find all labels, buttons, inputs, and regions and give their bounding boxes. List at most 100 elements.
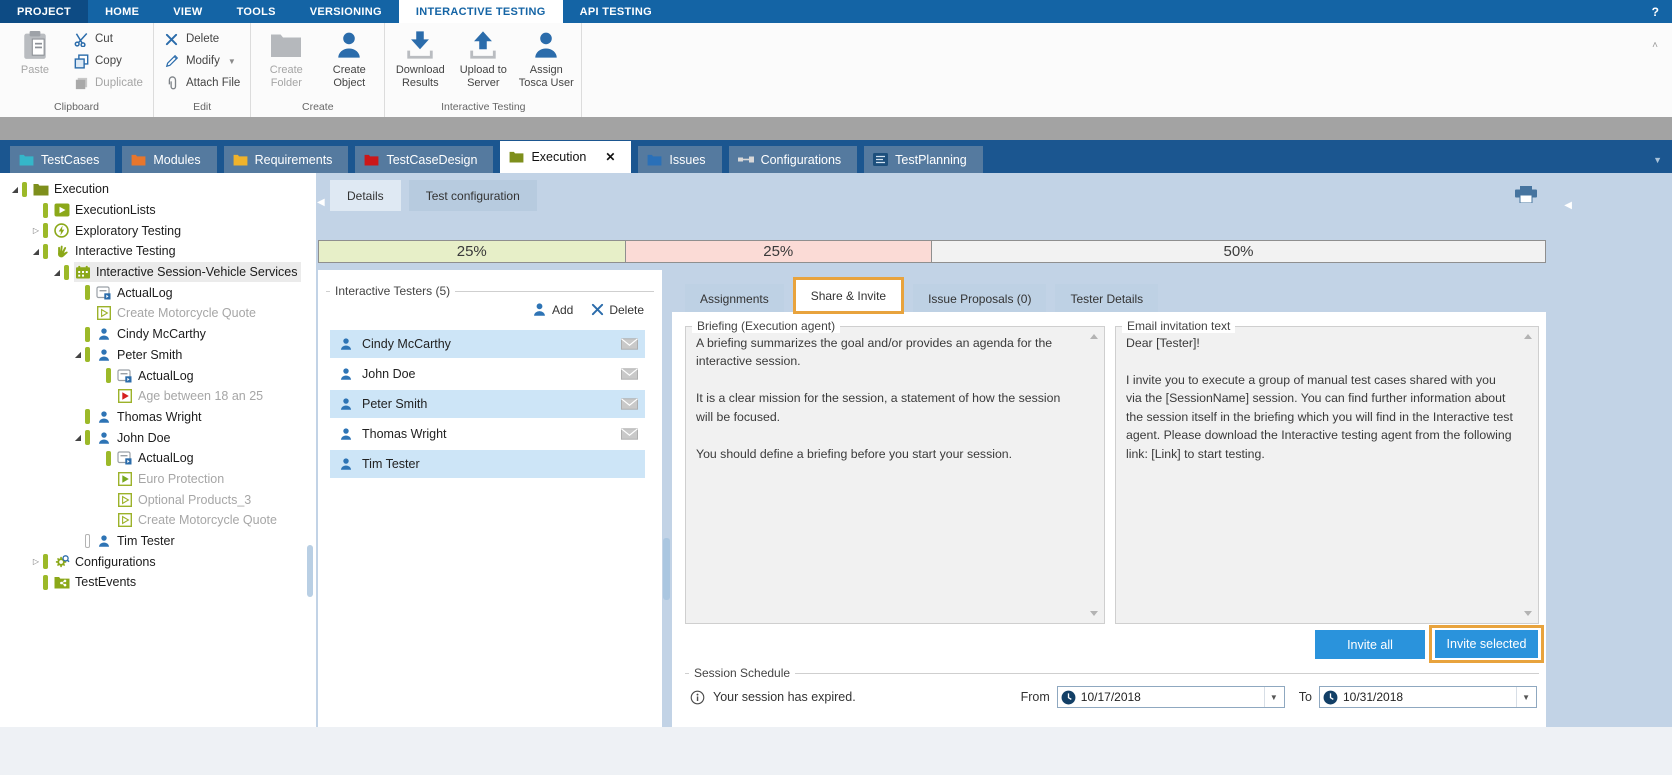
tree-expander-icon[interactable]: ◢ bbox=[71, 350, 85, 359]
ribbon-group-label: Create bbox=[256, 101, 379, 117]
envelope-icon[interactable] bbox=[621, 368, 638, 380]
splitter-handle[interactable] bbox=[663, 538, 670, 600]
share-tab-assignments[interactable]: Assignments bbox=[685, 284, 784, 314]
status-bar-indicator bbox=[85, 409, 90, 424]
tree-item-executionlists[interactable]: ExecutionLists bbox=[0, 200, 316, 221]
tree-expander-icon[interactable]: ◢ bbox=[29, 247, 43, 256]
tree-item-content: Optional Products_3 bbox=[116, 490, 255, 510]
from-date-picker[interactable]: 10/17/2018 ▼ bbox=[1057, 686, 1285, 708]
share-tab-issue-proposals-0[interactable]: Issue Proposals (0) bbox=[913, 284, 1046, 314]
tree-item-label: Thomas Wright bbox=[117, 410, 202, 424]
delete-button[interactable]: Delete bbox=[159, 28, 245, 50]
modify-button[interactable]: Modify▼ bbox=[159, 50, 245, 72]
tester-row-tim-tester[interactable]: Tim Tester bbox=[330, 450, 645, 478]
scroll-up-icon[interactable] bbox=[1090, 334, 1098, 339]
collapse-panel-left-icon[interactable]: ◀ bbox=[317, 197, 325, 208]
tree-expander-icon[interactable]: ◢ bbox=[8, 185, 22, 194]
create-object-button[interactable]: Create Object bbox=[319, 25, 379, 90]
workspace-tab-testplanning[interactable]: TestPlanning bbox=[864, 146, 983, 173]
tree-item-tim-tester[interactable]: Tim Tester bbox=[0, 531, 316, 552]
tree-item-peter-smith[interactable]: ◢Peter Smith bbox=[0, 345, 316, 366]
print-icon[interactable] bbox=[1515, 186, 1537, 203]
menu-item-project[interactable]: PROJECT bbox=[0, 0, 88, 23]
tree-item-interactive-testing[interactable]: ◢ Interactive Testing bbox=[0, 241, 316, 262]
menu-item-interactive-testing[interactable]: INTERACTIVE TESTING bbox=[399, 0, 563, 23]
tester-row-thomas-wright[interactable]: Thomas Wright bbox=[330, 420, 645, 448]
tester-row-cindy-mccarthy[interactable]: Cindy McCarthy bbox=[330, 330, 645, 358]
duplicate-icon bbox=[73, 76, 89, 91]
tree-item-configurations[interactable]: ▷Configurations bbox=[0, 551, 316, 572]
assign-tosca-user-button[interactable]: Assign Tosca User bbox=[516, 25, 576, 90]
attach-file-button[interactable]: Attach File bbox=[159, 72, 245, 94]
tree-scrollbar-thumb[interactable] bbox=[307, 545, 313, 597]
upload-to-server-button[interactable]: Upload to Server bbox=[453, 25, 513, 90]
help-icon[interactable]: ? bbox=[1639, 0, 1672, 23]
tree-expander-icon[interactable]: ▷ bbox=[29, 226, 43, 235]
dropdown-arrow-icon[interactable]: ▼ bbox=[1264, 687, 1283, 707]
dropdown-caret-icon[interactable]: ▼ bbox=[228, 57, 236, 66]
menu-item-api-testing[interactable]: API TESTING bbox=[563, 0, 669, 23]
tree-item-thomas-wright[interactable]: Thomas Wright bbox=[0, 407, 316, 428]
tree-item-create-motorcycle-quote[interactable]: Create Motorcycle Quote bbox=[0, 510, 316, 531]
share-invite-panel: Briefing (Execution agent) A briefing su… bbox=[672, 312, 1546, 727]
tree-item-age-between-18-an-25[interactable]: Age between 18 an 25 bbox=[0, 386, 316, 407]
scroll-down-icon[interactable] bbox=[1090, 611, 1098, 616]
interactive-testers-title: Interactive Testers (5) bbox=[330, 284, 455, 298]
tab-overflow-icon[interactable]: ▼ bbox=[1653, 155, 1672, 173]
workspace-tab-execution[interactable]: Execution✕ bbox=[500, 141, 631, 173]
tree-item-execution[interactable]: ◢Execution bbox=[0, 179, 316, 200]
workspace-tab-testcasedesign[interactable]: TestCaseDesign bbox=[355, 146, 493, 173]
tree-item-actuallog[interactable]: ActualLog bbox=[0, 365, 316, 386]
workspace-tab-requirements[interactable]: Requirements bbox=[224, 146, 349, 173]
workspace-tab-modules[interactable]: Modules bbox=[122, 146, 216, 173]
tree-expander-icon[interactable]: ◢ bbox=[50, 268, 64, 277]
cut-button[interactable]: Cut bbox=[68, 28, 148, 50]
close-tab-icon[interactable]: ✕ bbox=[605, 150, 615, 164]
ribbon-collapse-icon[interactable]: ˄ bbox=[1652, 40, 1658, 51]
to-date-picker[interactable]: 10/31/2018 ▼ bbox=[1319, 686, 1537, 708]
tree-item-label: Interactive Testing bbox=[75, 244, 176, 258]
menu-item-view[interactable]: VIEW bbox=[156, 0, 219, 23]
tree-item-optional-products-3[interactable]: Optional Products_3 bbox=[0, 489, 316, 510]
tester-row-john-doe[interactable]: John Doe bbox=[330, 360, 645, 388]
tree-item-actuallog[interactable]: ActualLog bbox=[0, 448, 316, 469]
add-tester-button[interactable]: Add bbox=[532, 302, 573, 317]
scroll-up-icon[interactable] bbox=[1524, 334, 1532, 339]
menu-item-versioning[interactable]: VERSIONING bbox=[293, 0, 399, 23]
share-tab-tester-details[interactable]: Tester Details bbox=[1055, 284, 1158, 314]
tree-item-testevents[interactable]: TestEvents bbox=[0, 572, 316, 593]
tree-item-interactive-session-vehicle-services[interactable]: ◢Interactive Session-Vehicle Services bbox=[0, 262, 316, 283]
briefing-textarea[interactable]: A briefing summarizes the goal and/or pr… bbox=[686, 327, 1104, 469]
download-results-button[interactable]: Download Results bbox=[390, 25, 450, 90]
envelope-icon[interactable] bbox=[621, 428, 638, 440]
workspace-tab-testcases[interactable]: TestCases bbox=[10, 146, 115, 173]
tree-expander-icon[interactable]: ▷ bbox=[29, 557, 43, 566]
copy-button[interactable]: Copy bbox=[68, 50, 148, 72]
delete-tester-button[interactable]: Delete bbox=[591, 303, 644, 317]
menu-item-tools[interactable]: TOOLS bbox=[220, 0, 293, 23]
workspace-tab-issues[interactable]: Issues bbox=[638, 146, 721, 173]
workspace-tab-configurations[interactable]: Configurations bbox=[729, 146, 858, 173]
invite-all-button[interactable]: Invite all bbox=[1315, 630, 1425, 659]
tree-item-actuallog[interactable]: ActualLog bbox=[0, 282, 316, 303]
collapse-panel-right-icon[interactable]: ◀ bbox=[1564, 200, 1572, 211]
share-tab-share-invite[interactable]: Share & Invite bbox=[793, 277, 904, 314]
play-green-icon bbox=[116, 471, 133, 487]
tree-item-create-motorcycle-quote[interactable]: Create Motorcycle Quote bbox=[0, 303, 316, 324]
tester-row-peter-smith[interactable]: Peter Smith bbox=[330, 390, 645, 418]
tree-item-cindy-mccarthy[interactable]: Cindy McCarthy bbox=[0, 324, 316, 345]
tree-item-euro-protection[interactable]: Euro Protection bbox=[0, 469, 316, 490]
tab-test-configuration[interactable]: Test configuration bbox=[409, 180, 537, 211]
tree-item-john-doe[interactable]: ◢John Doe bbox=[0, 427, 316, 448]
menu-item-home[interactable]: HOME bbox=[88, 0, 156, 23]
envelope-icon[interactable] bbox=[621, 398, 638, 410]
envelope-icon[interactable] bbox=[621, 338, 638, 350]
email-invitation-textarea[interactable]: Dear [Tester]! I invite you to execute a… bbox=[1116, 327, 1538, 469]
invite-selected-button[interactable]: Invite selected bbox=[1435, 630, 1538, 658]
tree-item-exploratory-testing[interactable]: ▷Exploratory Testing bbox=[0, 220, 316, 241]
menu-bar: PROJECTHOMEVIEWTOOLSVERSIONINGINTERACTIV… bbox=[0, 0, 1672, 23]
dropdown-arrow-icon[interactable]: ▼ bbox=[1516, 687, 1535, 707]
scroll-down-icon[interactable] bbox=[1524, 611, 1532, 616]
tree-expander-icon[interactable]: ◢ bbox=[71, 433, 85, 442]
tab-details[interactable]: Details bbox=[330, 180, 401, 211]
